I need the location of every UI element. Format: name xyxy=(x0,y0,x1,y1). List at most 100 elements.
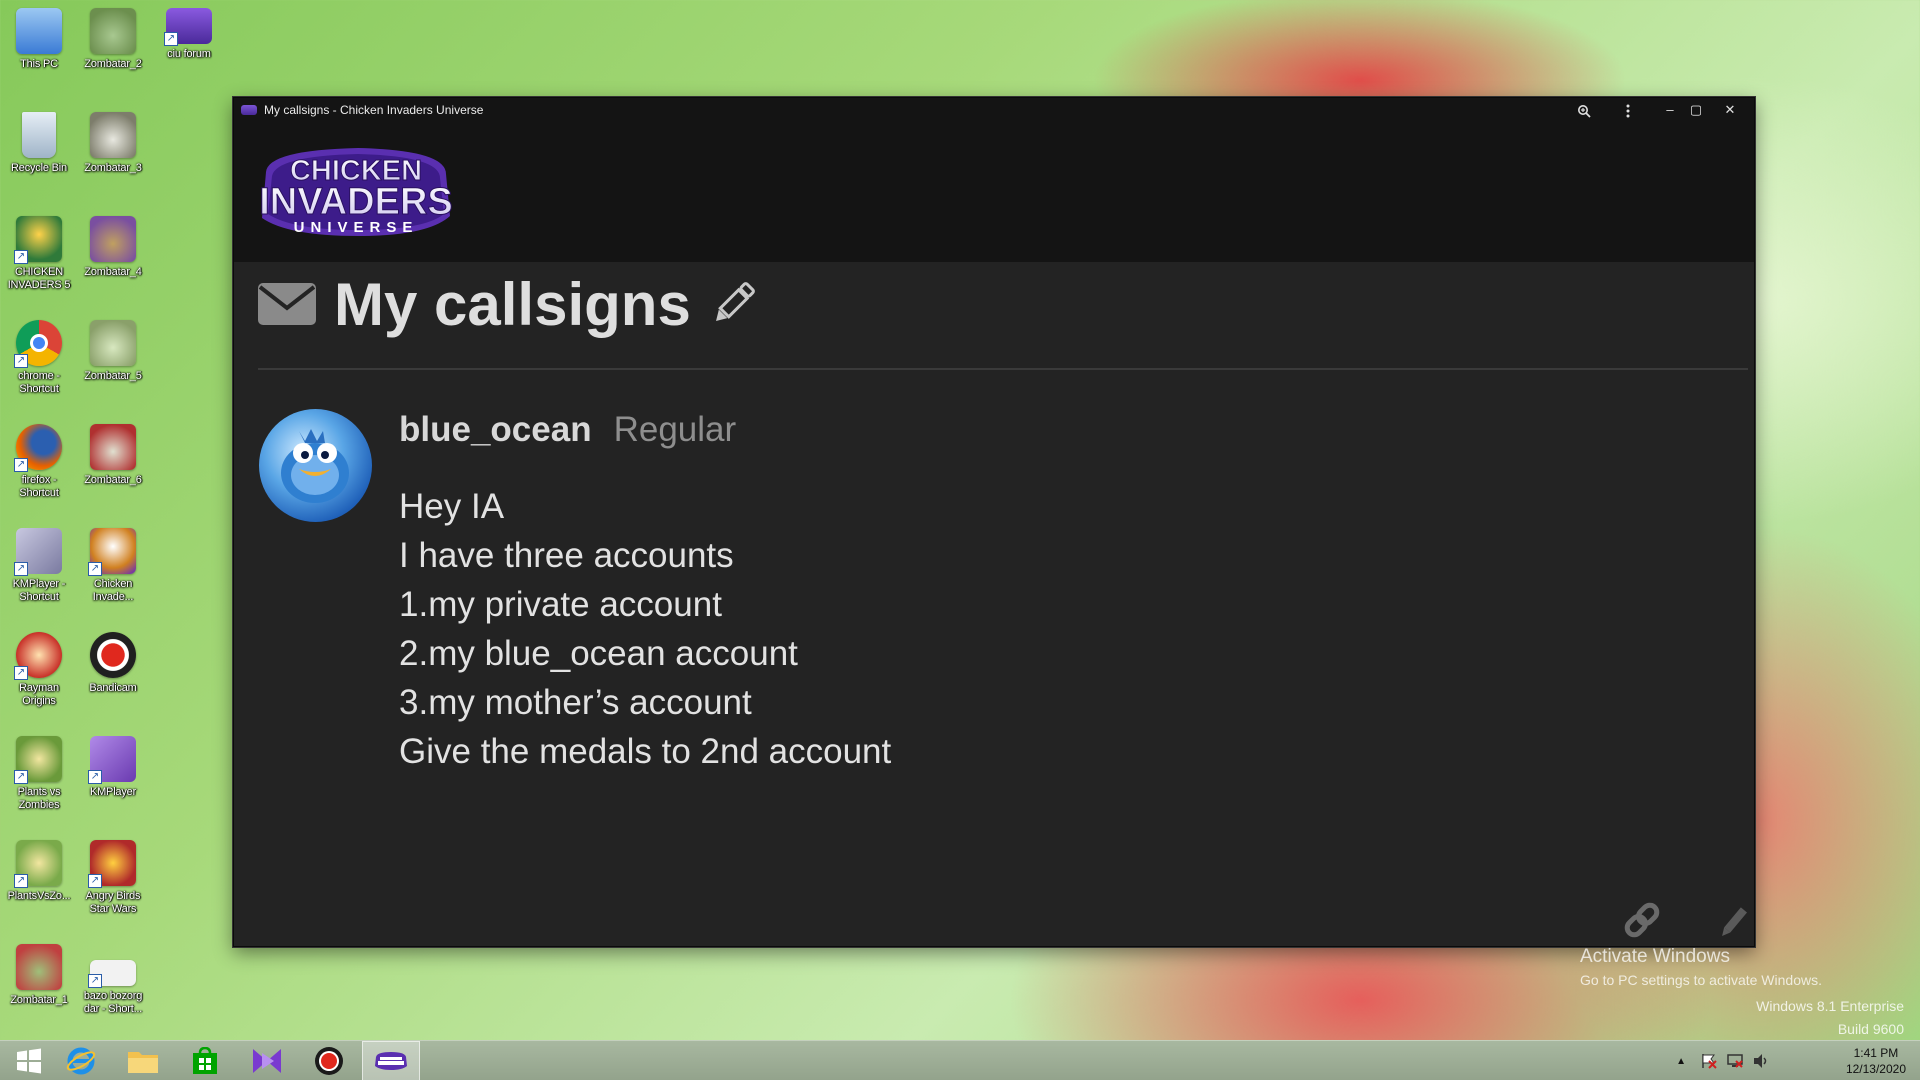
logo-line-3: UNIVERSE xyxy=(294,219,419,236)
desktop-icon-label: KMPlayer - Shortcut xyxy=(12,578,66,603)
desktop-icon-zombatar-5[interactable]: Zombatar_5 xyxy=(76,320,150,383)
desktop-icon-firefox[interactable]: ↗ firefox - Shortcut xyxy=(2,424,76,500)
app-icon xyxy=(241,105,257,115)
page-heading: My callsigns xyxy=(258,264,759,344)
kmplayer-icon: ↗ xyxy=(14,528,62,576)
desktop-icon-angry-birds-star-wars[interactable]: ↗ Angry Birds Star Wars xyxy=(76,840,150,916)
desktop-icon-chrome[interactable]: ↗ chrome - Shortcut xyxy=(2,320,76,396)
blue-chicken-avatar-icon xyxy=(281,429,349,503)
desktop-icon-plants-vs-zombies[interactable]: ↗ Plants vs Zombies xyxy=(2,736,76,812)
desktop-icon-chicken-invaders-5[interactable]: ↗ CHICKEN INVADERS 5 xyxy=(2,216,76,292)
desktop-icon-plantsvszo[interactable]: ↗ PlantsVsZo... xyxy=(2,840,76,903)
speaker-icon[interactable] xyxy=(1752,1053,1770,1069)
zombatar-icon xyxy=(90,320,136,366)
ie-icon xyxy=(66,1047,96,1075)
desktop-icon-label: Zombatar_3 xyxy=(84,162,142,174)
minimize-button[interactable]: – xyxy=(1656,98,1684,122)
desktop-icon-label: firefox - Shortcut xyxy=(19,474,59,499)
store-button[interactable] xyxy=(176,1041,234,1080)
desktop-icon-label: Recycle Bin xyxy=(11,162,67,174)
app-window: My callsigns - Chicken Invaders Universe… xyxy=(233,97,1755,947)
firefox-icon: ↗ xyxy=(14,424,62,472)
bandicam-button[interactable] xyxy=(300,1041,358,1080)
zoom-icon[interactable] xyxy=(1570,98,1598,122)
desktop-icon-label: chrome - Shortcut xyxy=(18,370,60,395)
desktop-icon-label: KMPlayer xyxy=(89,786,137,798)
ciu-icon xyxy=(375,1052,407,1070)
desktop-icon-kmplayer[interactable]: ↗ KMPlayer xyxy=(76,736,150,799)
desktop-icon-kmplayer-shortcut[interactable]: ↗ KMPlayer - Shortcut xyxy=(2,528,76,604)
desktop-icon-label: Zombatar_6 xyxy=(84,474,142,486)
desktop-icon-zombatar-6[interactable]: Zombatar_6 xyxy=(76,424,150,487)
recycle-bin-icon xyxy=(22,112,56,158)
clock-time: 1:41 PM xyxy=(1853,1046,1899,1060)
window-titlebar[interactable]: My callsigns - Chicken Invaders Universe… xyxy=(234,98,1754,122)
desktop-icon-label: bazo bozorg dar - Short... xyxy=(83,990,143,1015)
desktop-icon-label: Chicken Invade... xyxy=(92,578,134,603)
clock-date: 12/13/2020 xyxy=(1845,1062,1906,1076)
more-vert-icon[interactable] xyxy=(1614,98,1642,122)
user-avatar[interactable] xyxy=(259,409,372,522)
taskbar-clock[interactable]: 1:41 PM 12/13/2020 xyxy=(1846,1045,1906,1077)
desktop-icon-label: Bandicam xyxy=(89,682,137,694)
desktop-icon-label: CHICKEN INVADERS 5 xyxy=(7,266,71,291)
desktop-icon-label: Plants vs Zombies xyxy=(17,786,61,811)
windows-edition: Windows 8.1 Enterprise xyxy=(1756,998,1904,1014)
logo-line-2: INVADERS xyxy=(259,181,453,223)
rayman-icon: ↗ xyxy=(14,632,62,680)
plants-vs-zombies-icon: ↗ xyxy=(14,736,62,784)
folder-icon xyxy=(128,1052,158,1073)
tray-expand-icon[interactable]: ▲ xyxy=(1676,1056,1686,1067)
kmplayer-button[interactable] xyxy=(238,1041,296,1080)
desktop-icon-label: This PC xyxy=(20,58,58,70)
chrome-icon: ↗ xyxy=(14,320,62,368)
zombatar-icon xyxy=(90,424,136,470)
desktop-icon-zombatar-2[interactable]: Zombatar_2 xyxy=(76,8,150,71)
kmplayer-icon: ↗ xyxy=(88,736,136,784)
page-title: My callsigns xyxy=(334,270,691,338)
desktop-icon-rayman-origins[interactable]: ↗ Rayman Origins xyxy=(2,632,76,708)
network-icon[interactable] xyxy=(1726,1053,1744,1069)
user-rank: Regular xyxy=(613,410,737,449)
zombatar-icon xyxy=(90,216,136,262)
desktop-icon-ciu-forum[interactable]: ↗ ciu forum xyxy=(152,8,226,61)
start-button[interactable] xyxy=(0,1041,58,1080)
chicken-invaders-universe-logo[interactable]: CHICKEN INVADERS UNIVERSE xyxy=(258,144,453,240)
activate-windows-subtitle: Go to PC settings to activate Windows. xyxy=(1580,972,1822,988)
edit-pencil-icon[interactable] xyxy=(1718,904,1748,942)
maximize-button[interactable]: ▢ xyxy=(1682,98,1710,122)
ciu-logo-icon: ↗ xyxy=(164,8,212,46)
internet-explorer-button[interactable] xyxy=(52,1041,110,1080)
windows-build: Build 9600 xyxy=(1837,1021,1904,1037)
desktop-icon-zombatar-4[interactable]: Zombatar_4 xyxy=(76,216,150,279)
window-title: My callsigns - Chicken Invaders Universe xyxy=(264,103,484,117)
desktop-icon-bandicam[interactable]: Bandicam xyxy=(76,632,150,695)
desktop-icon-this-pc[interactable]: This PC xyxy=(2,8,76,71)
desktop-icon-label: PlantsVsZo... xyxy=(7,890,71,902)
taskbar: ▲ 1:41 PM 12/13/2020 xyxy=(0,1040,1920,1080)
message-line: Give the medals to 2nd account xyxy=(399,732,892,771)
system-tray: ▲ xyxy=(1676,1041,1770,1080)
store-icon xyxy=(193,1047,217,1074)
activate-windows-title: Activate Windows xyxy=(1580,946,1730,967)
desktop-icon-zombatar-3[interactable]: Zombatar_3 xyxy=(76,112,150,175)
chicken-icon: ↗ xyxy=(88,528,136,576)
ciu-button[interactable] xyxy=(362,1041,420,1080)
file-explorer-button[interactable] xyxy=(114,1041,172,1080)
desktop-icon-bazo-bozorg[interactable]: ↗ bazo bozorg dar - Short... xyxy=(76,960,150,1016)
angry-birds-icon: ↗ xyxy=(88,840,136,888)
plants-vs-zombies-icon: ↗ xyxy=(14,840,62,888)
edit-pencil-icon[interactable] xyxy=(707,278,759,330)
link-icon[interactable] xyxy=(1620,898,1664,942)
desktop-icon-recycle-bin[interactable]: Recycle Bin xyxy=(2,112,76,175)
desktop-icon-zombatar-1[interactable]: Zombatar_1 xyxy=(2,944,76,1007)
flag-icon[interactable] xyxy=(1700,1053,1718,1069)
bandicam-icon xyxy=(90,632,136,678)
username-link[interactable]: blue_ocean xyxy=(399,410,592,450)
message-body: Hey IA I have three accounts 1.my privat… xyxy=(399,482,891,776)
desktop-icon-label: Zombatar_5 xyxy=(84,370,142,382)
computer-icon xyxy=(16,8,62,54)
close-button[interactable]: ✕ xyxy=(1716,98,1744,122)
desktop-icon-chicken-invaders[interactable]: ↗ Chicken Invade... xyxy=(76,528,150,604)
message-content: My callsigns blue_ocean Regular Hey IA I… xyxy=(234,262,1754,946)
